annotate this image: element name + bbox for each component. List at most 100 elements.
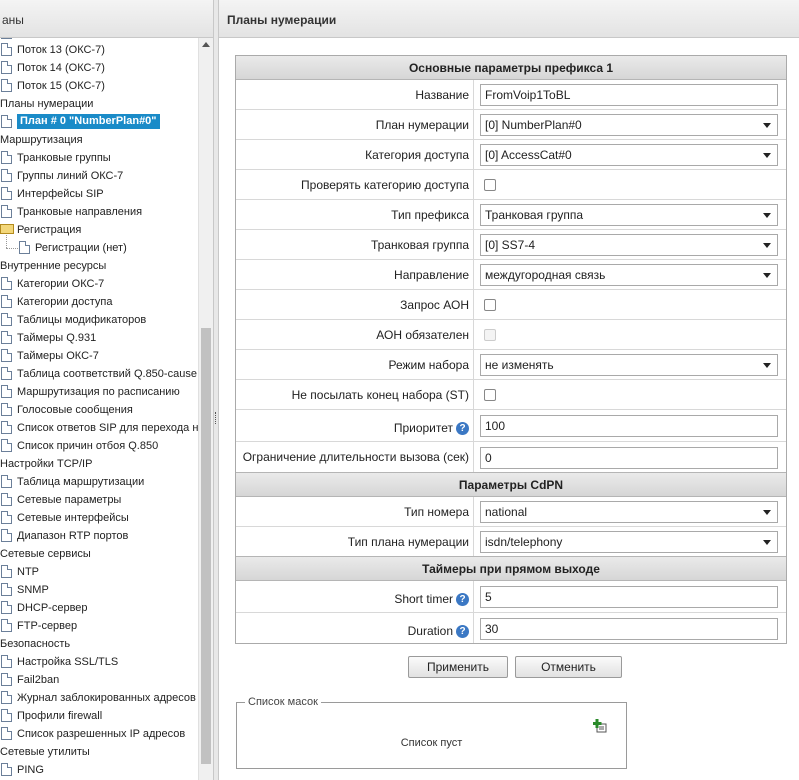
select-value: междугородная связь [485,268,606,282]
help-icon[interactable]: ? [456,422,469,435]
document-icon [1,151,12,164]
tree-item-label: Сетевые утилиты [0,746,90,758]
help-icon[interactable]: ? [456,593,469,606]
tree-item-label: Группы линий ОКС-7 [17,170,124,182]
content-header: Планы нумерации [219,0,799,38]
numbering-plan-type-select[interactable]: isdn/telephony [480,531,778,553]
duration-input[interactable] [480,618,778,640]
document-icon [1,511,12,524]
field-label: Приоритет? [236,410,474,441]
aon-required-checkbox [484,329,496,341]
tree-item-label: PING [17,764,44,776]
document-icon [1,655,12,668]
numbering-plan-select[interactable]: [0] NumberPlan#0 [480,114,778,136]
page-title: Планы нумерации [227,13,337,27]
direction-select[interactable]: междугородная связь [480,264,778,286]
no-st-checkbox[interactable] [484,389,496,401]
tree-item-label: Список причин отбоя Q.850 [17,440,159,452]
tree-item-label: NTP [17,566,39,578]
section-cdpn-header: Параметры CdPN [236,473,786,497]
trunk-group-select[interactable]: [0] SS7-4 [480,234,778,256]
document-icon [1,115,12,128]
row-numbering-plan-type: Тип плана нумерации isdn/telephony [236,527,786,557]
tree-item-label: Сетевые параметры [17,494,122,506]
priority-input[interactable] [480,415,778,437]
scroll-up-arrow-icon[interactable] [202,42,210,47]
row-duration-limit: Ограничение длительности вызова (сек) [236,442,786,473]
check-access-checkbox[interactable] [484,179,496,191]
select-value: isdn/telephony [485,535,563,549]
row-priority: Приоритет? [236,410,786,442]
document-icon [1,61,12,74]
row-no-st: Не посылать конец набора (ST) [236,380,786,410]
tree-item-label: Таблицы модификаторов [17,314,147,326]
row-number-type: Тип номера national [236,497,786,527]
row-name: Название [236,80,786,110]
apply-button[interactable]: Применить [408,656,508,678]
tree-item-label: Регистрация [17,224,82,236]
document-icon [1,421,12,434]
document-icon [19,241,30,254]
document-icon [1,565,12,578]
document-icon [1,313,12,326]
document-icon [1,673,12,686]
tree-item-label: Настройки TCP/IP [0,458,93,470]
select-value: [0] AccessCat#0 [485,148,572,162]
tree-item-label: Сетевые сервисы [0,548,91,560]
dropdown-arrow-icon [763,540,771,545]
document-icon [1,403,12,416]
cancel-button[interactable]: Отменить [515,656,622,678]
field-label: Ограничение длительности вызова (сек) [236,442,474,472]
content-panel: Планы нумерации Основные параметры префи… [219,0,799,780]
field-label: Транковая группа [236,230,474,259]
document-icon [1,619,12,632]
document-icon [1,583,12,596]
row-access-category: Категория доступа [0] AccessCat#0 [236,140,786,170]
tree-item-label: Категории ОКС-7 [17,278,105,290]
name-input[interactable] [480,84,778,106]
dropdown-arrow-icon [763,510,771,515]
tree-item-label: FTP-сервер [17,620,78,632]
aon-request-checkbox[interactable] [484,299,496,311]
help-icon[interactable]: ? [456,625,469,638]
number-type-select[interactable]: national [480,501,778,523]
access-category-select[interactable]: [0] AccessCat#0 [480,144,778,166]
tree-item-label: Планы нумерации [0,98,94,110]
document-icon [1,691,12,704]
tree-item-label: Таблица соответствий Q.850-cause [17,368,197,380]
row-direction: Направление междугородная связь [236,260,786,290]
splitter-grip-icon [215,412,217,424]
row-dial-mode: Режим набора не изменять [236,350,786,380]
dropdown-arrow-icon [763,213,771,218]
tree-item-label: Поток 13 (ОКС-7) [17,44,105,56]
tree-item-label: Поток 15 (ОКС-7) [17,80,105,92]
document-icon [1,169,12,182]
row-short-timer: Short timer? [236,581,786,613]
folder-open-icon [0,224,14,234]
field-label: Проверять категорию доступа [236,170,474,199]
document-icon [1,79,12,92]
tree-item-label: DHCP-сервер [17,602,88,614]
section-timers-header: Таймеры при прямом выходе [236,557,786,581]
dial-mode-select[interactable]: не изменять [480,354,778,376]
document-icon [1,601,12,614]
add-mask-icon[interactable] [593,719,607,733]
masks-legend: Список масок [245,696,321,708]
field-label: Duration? [236,613,474,643]
tree-item-label: Безопасность [0,638,71,650]
tree-item-label: Диапазон RTP портов [17,530,129,542]
dropdown-arrow-icon [763,153,771,158]
tree-item-label-selected: План # 0 "NumberPlan#0" [17,114,160,129]
field-label: Short timer? [236,581,474,612]
short-timer-input[interactable] [480,586,778,608]
prefix-type-select[interactable]: Транковая группа [480,204,778,226]
document-icon [1,439,12,452]
scrollbar-thumb[interactable] [201,328,211,764]
tree-scrollbar[interactable] [198,38,213,780]
tree-connector [6,248,18,249]
duration-limit-input[interactable] [480,447,778,469]
tree-item-label: Fail2ban [17,674,60,686]
select-value: national [485,505,528,519]
dropdown-arrow-icon [763,363,771,368]
tree-item-label: Таймеры Q.931 [17,332,97,344]
